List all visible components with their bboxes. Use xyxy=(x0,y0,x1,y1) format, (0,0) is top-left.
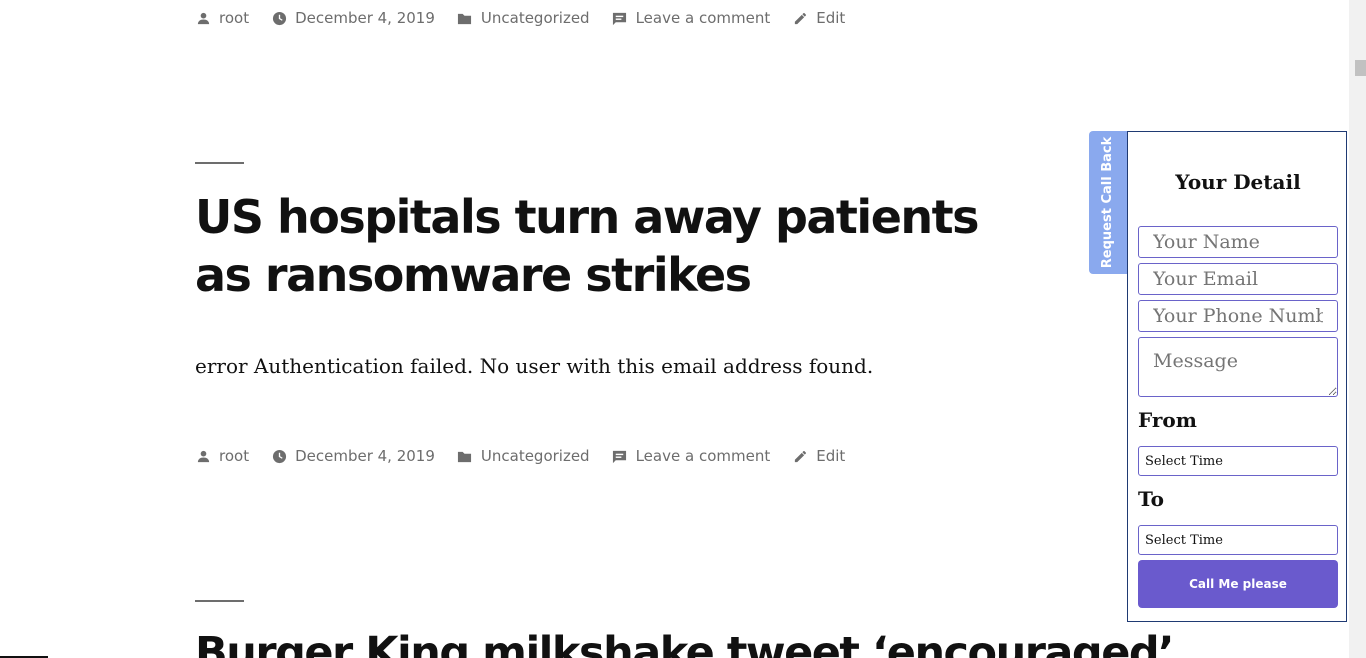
date-link[interactable]: December 4, 2019 xyxy=(295,447,435,465)
edit-link[interactable]: Edit xyxy=(816,9,845,27)
callback-form-panel: Your Detail From Select Time To Select T… xyxy=(1127,131,1347,622)
author-link[interactable]: root xyxy=(219,447,249,465)
name-input[interactable] xyxy=(1138,226,1338,258)
post-title[interactable]: US hospitals turn away patients as ranso… xyxy=(195,188,1025,304)
from-time-value: Select Time xyxy=(1145,453,1223,469)
comment-icon xyxy=(612,448,628,464)
from-time-select[interactable]: Select Time xyxy=(1138,446,1338,476)
callback-form-heading: Your Detail xyxy=(1175,170,1301,194)
post-content: error Authentication failed. No user wit… xyxy=(195,354,874,378)
phone-input[interactable] xyxy=(1138,300,1338,332)
post-category: Uncategorized xyxy=(457,447,590,465)
next-post-separator xyxy=(195,600,244,602)
post-edit: Edit xyxy=(792,9,845,27)
category-link[interactable]: Uncategorized xyxy=(481,447,590,465)
request-call-back-label: Request Call Back xyxy=(1100,136,1116,269)
post-date: December 4, 2019 xyxy=(271,447,435,465)
person-icon xyxy=(195,448,211,464)
post-comments: Leave a comment xyxy=(612,447,771,465)
to-label: To xyxy=(1138,487,1164,511)
post-meta-top: root December 4, 2019 Uncategorized Leav… xyxy=(195,8,867,28)
folder-icon xyxy=(457,448,473,464)
edit-link[interactable]: Edit xyxy=(816,447,845,465)
folder-icon xyxy=(457,10,473,26)
post-date: December 4, 2019 xyxy=(271,9,435,27)
person-icon xyxy=(195,10,211,26)
post-meta: root December 4, 2019 Uncategorized Leav… xyxy=(195,446,867,466)
to-time-value: Select Time xyxy=(1145,532,1223,548)
comment-link[interactable]: Leave a comment xyxy=(636,9,771,27)
to-time-select[interactable]: Select Time xyxy=(1138,525,1338,555)
pencil-icon xyxy=(792,10,808,26)
author-link[interactable]: root xyxy=(219,9,249,27)
category-link[interactable]: Uncategorized xyxy=(481,9,590,27)
post-author: root xyxy=(195,447,249,465)
message-textarea[interactable] xyxy=(1138,337,1338,397)
comment-icon xyxy=(612,10,628,26)
post-edit: Edit xyxy=(792,447,845,465)
clock-icon xyxy=(271,10,287,26)
request-call-back-tab[interactable]: Request Call Back xyxy=(1089,131,1127,274)
clock-icon xyxy=(271,448,287,464)
post-author: root xyxy=(195,9,249,27)
next-post-title[interactable]: Burger King milkshake tweet ‘encouraged’ xyxy=(195,624,1195,658)
pencil-icon xyxy=(792,448,808,464)
scrollbar-thumb[interactable] xyxy=(1355,60,1366,76)
comment-link[interactable]: Leave a comment xyxy=(636,447,771,465)
call-me-button[interactable]: Call Me please xyxy=(1138,560,1338,608)
post-separator xyxy=(195,162,244,164)
post-comments: Leave a comment xyxy=(612,9,771,27)
page-scrollbar[interactable] xyxy=(1349,0,1366,658)
post-category: Uncategorized xyxy=(457,9,590,27)
from-label: From xyxy=(1138,408,1197,432)
date-link[interactable]: December 4, 2019 xyxy=(295,9,435,27)
email-input[interactable] xyxy=(1138,263,1338,295)
